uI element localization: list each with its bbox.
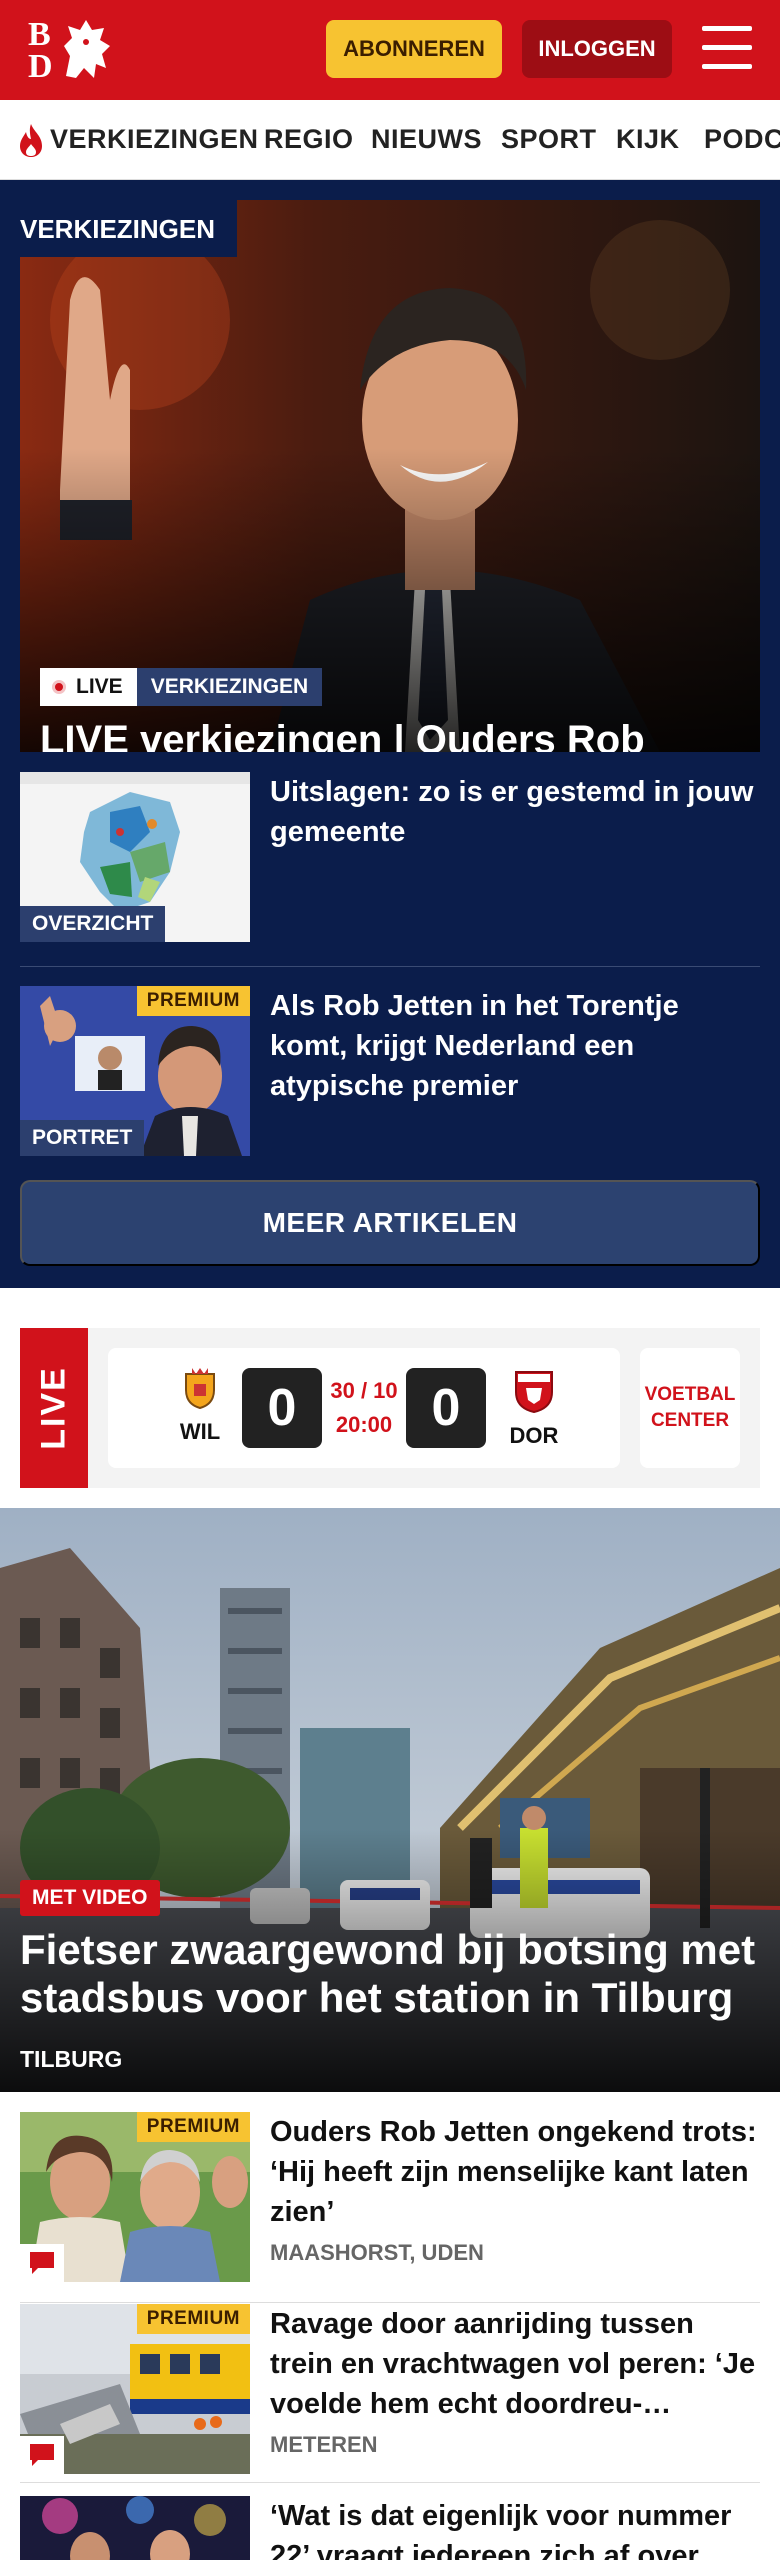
site-header: B D ABONNEREN INLOGGEN	[0, 0, 780, 100]
category-label: VERKIEZINGEN	[136, 668, 323, 706]
list-item[interactable]: PREMIUM Ravage door aanrijding tussen tr…	[20, 2304, 760, 2474]
article-title[interactable]: Ravage door aanrijding tussen trein en v…	[270, 2304, 760, 2424]
nav-item-sport[interactable]: SPORT	[501, 124, 597, 155]
flame-icon	[20, 124, 42, 157]
article-thumbnail	[20, 2496, 250, 2560]
premium-badge: PREMIUM	[136, 2304, 250, 2334]
divider	[20, 2482, 760, 2483]
live-badge: LIVE VERKIEZINGEN	[40, 668, 323, 706]
big-story-article[interactable]: MET VIDEO Fietser zwaargewond bij botsin…	[0, 1508, 780, 2092]
concert-crowd-photo	[20, 2496, 250, 2560]
article-title[interactable]: ‘Wat is dat eigenlijk voor nummer 22’ vr…	[270, 2496, 760, 2560]
hamburger-menu-icon[interactable]	[700, 24, 754, 74]
comment-icon	[20, 2244, 64, 2282]
hero-title[interactable]: LIVE verkiezingen | Ouders Rob Jetten zi…	[40, 716, 740, 752]
premium-badge: PREMIUM	[136, 986, 250, 1016]
home-team-crest-icon	[185, 1368, 215, 1410]
login-button[interactable]: INLOGGEN	[522, 20, 672, 78]
list-item[interactable]: ‘Wat is dat eigenlijk voor nummer 22’ vr…	[20, 2496, 760, 2560]
nav-item-podcast[interactable]: PODC	[704, 124, 780, 155]
article-location: METEREN	[270, 2432, 378, 2457]
home-team-code: WIL	[179, 1419, 221, 1444]
main-navigation: VERKIEZINGEN REGIO NIEUWS SPORT KIJK POD…	[0, 100, 780, 180]
lion-icon	[64, 20, 110, 78]
match-date: 30 / 10	[330, 1378, 398, 1403]
away-score: 0	[406, 1368, 486, 1448]
score-card[interactable]: WIL 0 30 / 10 20:00 0 DOR	[108, 1348, 620, 1468]
article-location: MAASHORST, UDEN	[270, 2240, 484, 2265]
home-score: 0	[242, 1368, 322, 1448]
nav-item-regio[interactable]: REGIO	[264, 124, 354, 155]
match-datetime: 30 / 10 20:00	[324, 1374, 404, 1442]
article-title[interactable]: Als Rob Jetten in het Torentje komt, kri…	[270, 986, 760, 1106]
article-thumbnail: PREMIUM	[20, 2112, 250, 2282]
bd-logo[interactable]: B D	[26, 14, 116, 86]
video-badge: MET VIDEO	[20, 1880, 160, 1916]
article-item[interactable]: PREMIUM PORTRET Als Rob Jetten in het To…	[20, 986, 760, 1156]
article-label: PORTRET	[20, 1120, 145, 1156]
divider	[20, 2302, 760, 2303]
big-story-location: TILBURG	[20, 2046, 123, 2072]
list-item[interactable]: PREMIUM Ouders Rob Jetten ongekend trots…	[20, 2112, 760, 2282]
away-team-code: DOR	[509, 1423, 559, 1448]
nav-item-kijk[interactable]: KIJK	[616, 124, 680, 155]
hero-article[interactable]: VERKIEZINGEN LIVE VERKIEZINGEN LIVE verk…	[20, 200, 760, 752]
live-label: LIVE	[76, 675, 123, 698]
live-match-widget: LIVE WIL 0 30 / 10 20:00 0 DOR VOETBAL CE…	[20, 1328, 760, 1488]
away-team-crest-icon	[515, 1371, 553, 1414]
more-articles-button[interactable]: MEER ARTIKELEN	[20, 1180, 760, 1266]
logo-letter-d: D	[28, 48, 53, 85]
away-team: DOR	[504, 1366, 564, 1449]
comment-icon	[20, 2436, 64, 2474]
article-thumbnail: PREMIUM PORTRET	[20, 986, 250, 1156]
section-tag: VERKIEZINGEN	[20, 200, 238, 257]
subscribe-button[interactable]: ABONNEREN	[326, 20, 502, 78]
nav-item-verkiezingen[interactable]: VERKIEZINGEN	[50, 124, 259, 155]
nav-item-nieuws[interactable]: NIEUWS	[371, 124, 482, 155]
article-thumbnail: PREMIUM	[20, 2304, 250, 2474]
divider	[20, 966, 760, 967]
article-title[interactable]: Uitslagen: zo is er gestemd in jouw geme…	[270, 772, 760, 852]
article-item[interactable]: OVERZICHT Uitslagen: zo is er gestemd in…	[20, 772, 760, 942]
voetbal-center-button[interactable]: VOETBAL CENTER	[640, 1348, 740, 1468]
article-label: OVERZICHT	[20, 906, 166, 942]
premium-badge: PREMIUM	[136, 2112, 250, 2142]
article-title[interactable]: Ouders Rob Jetten ongekend trots: ‘Hij h…	[270, 2112, 760, 2232]
big-story-title[interactable]: Fietser zwaargewond bij botsing met stad…	[20, 1926, 760, 2022]
match-time: 20:00	[335, 1412, 393, 1437]
home-team: WIL	[170, 1366, 230, 1445]
election-section: VERKIEZINGEN LIVE VERKIEZINGEN LIVE verk…	[0, 180, 780, 1288]
article-thumbnail: OVERZICHT	[20, 772, 250, 942]
live-dot-icon	[52, 680, 66, 694]
live-vertical-label: LIVE	[20, 1328, 88, 1488]
